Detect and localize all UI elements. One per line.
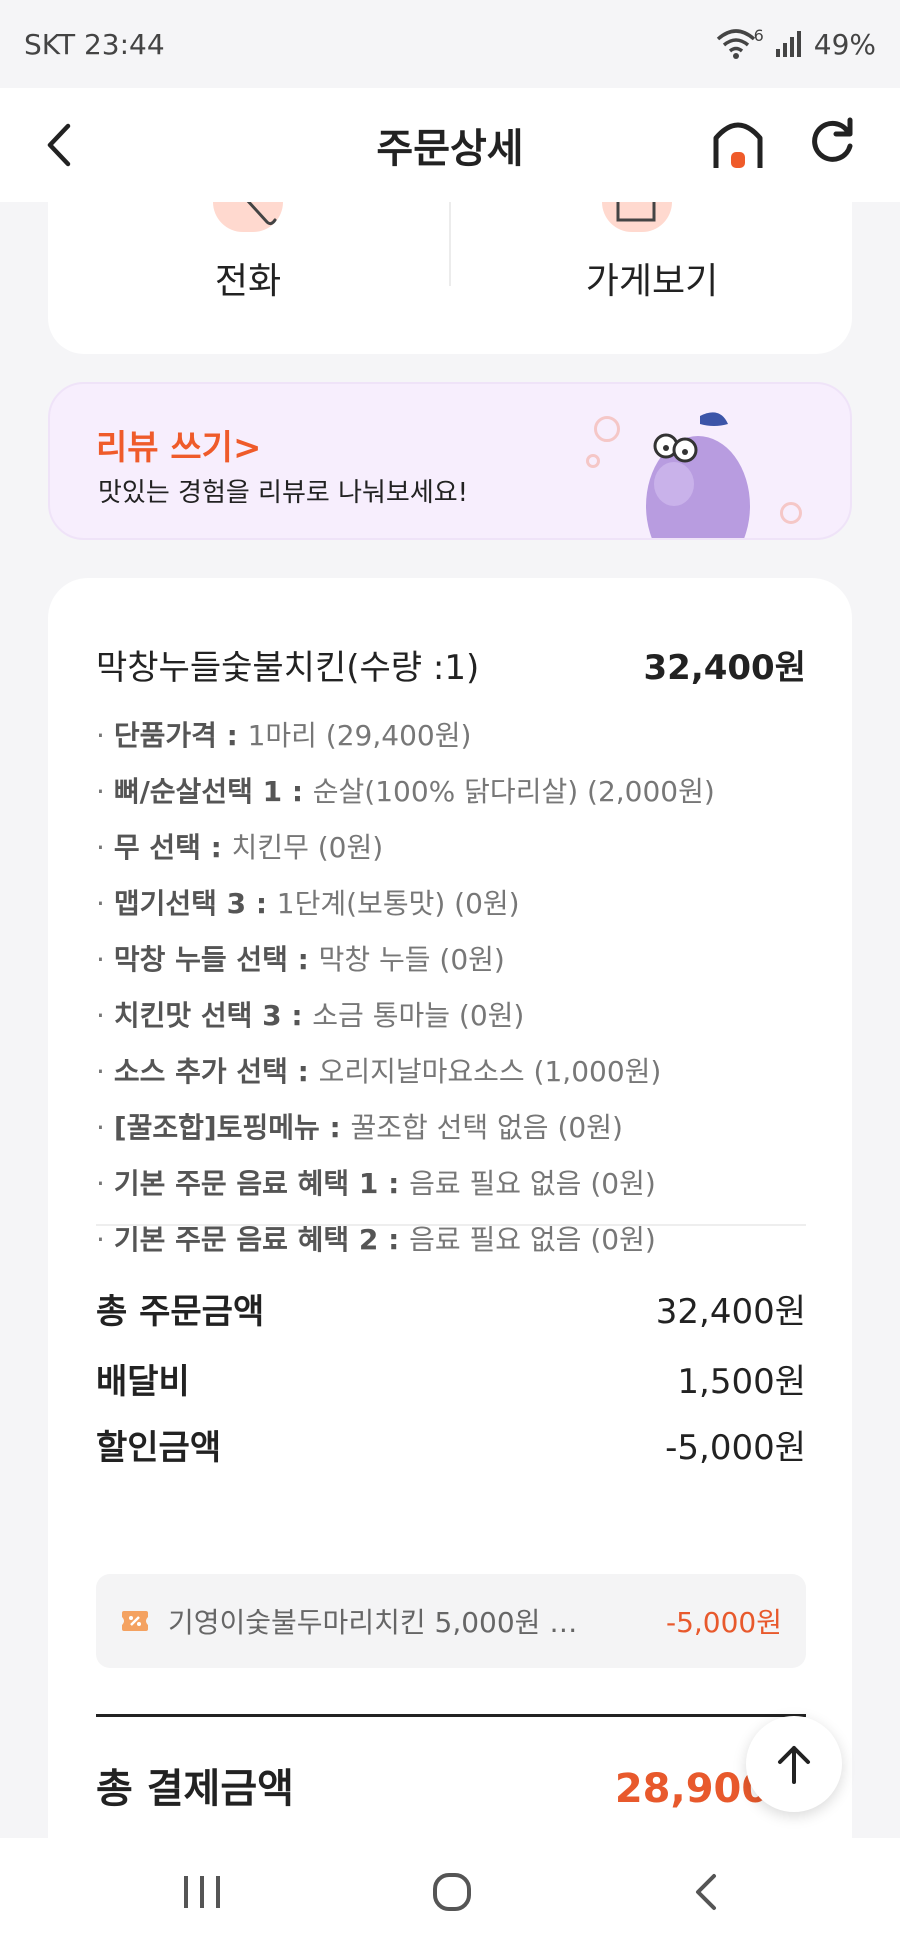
chevron-left-icon xyxy=(47,123,71,167)
delivery-fee-value: 1,500원 xyxy=(677,1362,806,1402)
order-detail-card: 막창누들숯불치킨(수량 :1) 32,400원 · 단품가격 : 1마리 (29… xyxy=(48,578,852,1838)
mascot-illustration xyxy=(646,412,750,538)
review-subtitle: 맛있는 경험을 리뷰로 나눠보세요! xyxy=(98,478,469,508)
option-item: · 뼈/순살선택 1 : 순살(100% 닭다리살) (2,000원) xyxy=(96,775,715,808)
review-write-link[interactable]: 리뷰 쓰기> xyxy=(96,420,261,469)
clock: 23:44 xyxy=(83,27,165,61)
store-icon-outline xyxy=(616,202,656,222)
status-bar: SKT 23:44 6 49% xyxy=(0,0,900,88)
discount-row: 할인금액 -5,000원 xyxy=(96,1420,806,1469)
recent-apps-icon xyxy=(184,1876,220,1908)
home-icon xyxy=(713,122,763,168)
home-circle-icon xyxy=(433,1873,471,1911)
discount-value: -5,000원 xyxy=(665,1428,806,1468)
call-label: 전화 xyxy=(214,261,282,302)
store-view-label: 가게보기 xyxy=(585,261,719,302)
refresh-button[interactable] xyxy=(806,116,858,168)
divider xyxy=(96,1224,806,1226)
home-button[interactable] xyxy=(710,114,766,174)
carrier-label: SKT xyxy=(24,27,76,61)
action-divider xyxy=(449,202,451,286)
option-item: · 기본 주문 음료 혜택 1 : 음료 필요 없음 (0원) xyxy=(96,1167,656,1200)
option-item: · 치킨맛 선택 3 : 소금 통마늘 (0원) xyxy=(96,999,525,1032)
content-scroll[interactable]: 전화 가게보기 리뷰 쓰기> 맛있는 경험을 리뷰로 나눠보세요! 막창누들숯불… xyxy=(0,202,900,1838)
arrow-up-icon xyxy=(778,1746,810,1784)
bubble-decoration xyxy=(586,454,600,468)
back-icon xyxy=(696,1874,716,1910)
back-nav-button[interactable] xyxy=(690,1872,720,1916)
page-title: 주문상세 xyxy=(376,126,524,172)
option-item: · 기본 주문 음료 혜택 2 : 음료 필요 없음 (0원) xyxy=(96,1223,656,1256)
order-item-row: 막창누들숯불치킨(수량 :1) 32,400원 xyxy=(96,640,806,689)
call-button[interactable]: 전화 xyxy=(48,202,448,352)
coupon-row: 기영이숯불두마리치킨 5,000원 … -5,000원 xyxy=(96,1574,806,1668)
delivery-fee-label: 배달비 xyxy=(96,1362,190,1402)
discount-label: 할인금액 xyxy=(96,1428,222,1468)
wifi-badge: 6 xyxy=(753,25,764,45)
app-header: 주문상세 xyxy=(0,88,900,202)
total-payment-row: 총 결제금액 28,900원 xyxy=(96,1756,806,1814)
coupon-amount: -5,000원 xyxy=(665,1606,782,1639)
option-item: · 단품가격 : 1마리 (29,400원) xyxy=(96,719,472,752)
system-nav-bar xyxy=(0,1838,900,1950)
total-order-row: 총 주문금액 32,400원 xyxy=(96,1284,806,1333)
review-banner[interactable]: 리뷰 쓰기> 맛있는 경험을 리뷰로 나눠보세요! xyxy=(48,382,852,540)
coupon-icon xyxy=(122,1611,148,1631)
total-divider xyxy=(96,1714,806,1717)
status-left: SKT 23:44 xyxy=(24,28,165,61)
store-view-button[interactable]: 가게보기 xyxy=(452,202,852,352)
status-right: 6 49% xyxy=(716,25,876,61)
option-item: · 무 선택 : 치킨무 (0원) xyxy=(96,831,384,864)
phone-icon-outline xyxy=(246,202,277,226)
total-payment-label: 총 결제금액 xyxy=(96,1766,294,1812)
delivery-fee-row: 배달비 1,500원 xyxy=(96,1354,806,1403)
total-order-value: 32,400원 xyxy=(655,1292,806,1332)
home-nav-button[interactable] xyxy=(432,1872,472,1916)
signal-icon xyxy=(774,29,804,59)
option-item: · [꿀조합]토핑메뉴 : 꿀조합 선택 없음 (0원) xyxy=(96,1111,623,1144)
option-item: · 막창 누들 선택 : 막창 누들 (0원) xyxy=(96,943,505,976)
scroll-top-button[interactable] xyxy=(746,1716,842,1812)
back-button[interactable] xyxy=(40,118,80,172)
coupon-text: 기영이숯불두마리치킨 5,000원 … xyxy=(168,1606,578,1639)
refresh-icon xyxy=(812,117,853,162)
battery-label: 49% xyxy=(813,27,876,61)
option-list: · 단품가격 : 1마리 (29,400원) · 뼈/순살선택 1 : 순살(1… xyxy=(96,708,816,1268)
option-item: · 소스 추가 선택 : 오리지날마요소스 (1,000원) xyxy=(96,1055,662,1088)
item-name: 막창누들숯불치킨(수량 :1) xyxy=(96,648,480,688)
total-order-label: 총 주문금액 xyxy=(96,1292,265,1332)
recent-apps-button[interactable] xyxy=(180,1872,224,1916)
bubble-decoration xyxy=(780,502,802,524)
bubble-decoration xyxy=(594,416,620,442)
option-item: · 맵기선택 3 : 1단계(보통맛) (0원) xyxy=(96,887,520,920)
store-action-card: 전화 가게보기 xyxy=(48,202,852,354)
item-price: 32,400원 xyxy=(643,648,806,688)
